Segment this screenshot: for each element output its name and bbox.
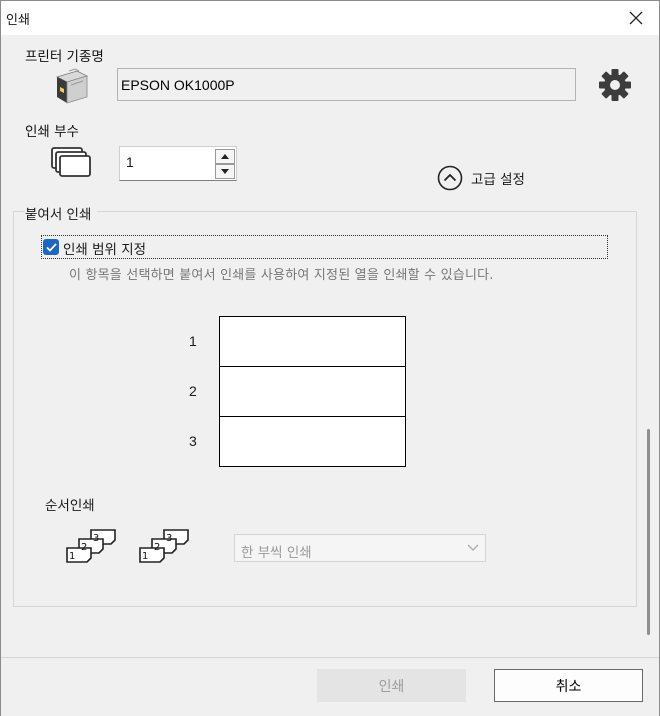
range-row-cell-1[interactable] — [220, 317, 405, 367]
row-number-2: 2 — [189, 383, 197, 399]
print-range-table — [219, 316, 406, 467]
print-dialog: 인쇄 프린터 기종명 EPSON OK1000P 인쇄 부수 1 고급 설정 붙… — [0, 0, 660, 716]
printer-model-label: 프린터 기종명 — [25, 49, 104, 65]
window-title: 인쇄 — [6, 13, 30, 28]
copies-value: 1 — [126, 154, 134, 170]
svg-text:1: 1 — [142, 551, 148, 562]
title-bar: 인쇄 — [1, 1, 659, 35]
order-print-select-value: 한 부씩 인쇄 — [241, 545, 312, 561]
chevron-down-icon — [467, 544, 479, 551]
print-range-hint: 이 항목을 선택하면 붙여서 인쇄를 사용하여 지정된 열을 인쇄할 수 있습니… — [69, 268, 494, 283]
stacked-pages-icon — [51, 147, 91, 177]
close-icon — [629, 11, 643, 25]
copies-increment-button[interactable] — [215, 149, 235, 164]
collate-order-icon: 3 2 1 — [139, 529, 189, 563]
copies-stepper[interactable]: 1 — [119, 146, 237, 181]
svg-text:2: 2 — [154, 542, 160, 553]
cancel-button[interactable]: 취소 — [494, 669, 643, 702]
close-button[interactable] — [613, 1, 659, 35]
order-print-select: 한 부씩 인쇄 — [234, 534, 486, 562]
print-button[interactable]: 인쇄 — [317, 669, 466, 702]
triangle-up-icon — [221, 154, 229, 159]
svg-text:3: 3 — [166, 533, 172, 544]
range-row-cell-3[interactable] — [220, 417, 405, 467]
range-row-cell-2[interactable] — [220, 367, 405, 417]
copies-label: 인쇄 부수 — [25, 124, 79, 140]
chevron-up-circle-icon — [437, 165, 463, 191]
triangle-down-icon — [221, 169, 229, 174]
order-print-title: 순서인쇄 — [45, 498, 95, 514]
checkmark-icon — [45, 242, 57, 252]
collate-order-icon: 3 2 1 — [66, 529, 116, 563]
advanced-settings-button[interactable]: 고급 설정 — [437, 164, 525, 192]
print-range-checkbox[interactable] — [43, 239, 59, 255]
svg-text:3: 3 — [93, 533, 99, 544]
row-number-1: 1 — [189, 333, 197, 349]
advanced-settings-label: 고급 설정 — [471, 172, 525, 188]
copies-decrement-button[interactable] — [215, 164, 235, 179]
label-printer-icon — [55, 68, 89, 104]
printer-model-field[interactable]: EPSON OK1000P — [117, 68, 576, 101]
print-range-option[interactable]: 인쇄 범위 지정 — [41, 235, 608, 259]
paste-print-group-title: 붙여서 인쇄 — [25, 203, 98, 223]
gear-icon[interactable] — [597, 67, 633, 103]
print-range-label[interactable]: 인쇄 범위 지정 — [63, 238, 146, 258]
row-number-3: 3 — [189, 433, 197, 449]
vertical-scrollbar[interactable] — [647, 429, 650, 635]
svg-text:2: 2 — [81, 542, 87, 553]
svg-text:1: 1 — [69, 551, 75, 562]
